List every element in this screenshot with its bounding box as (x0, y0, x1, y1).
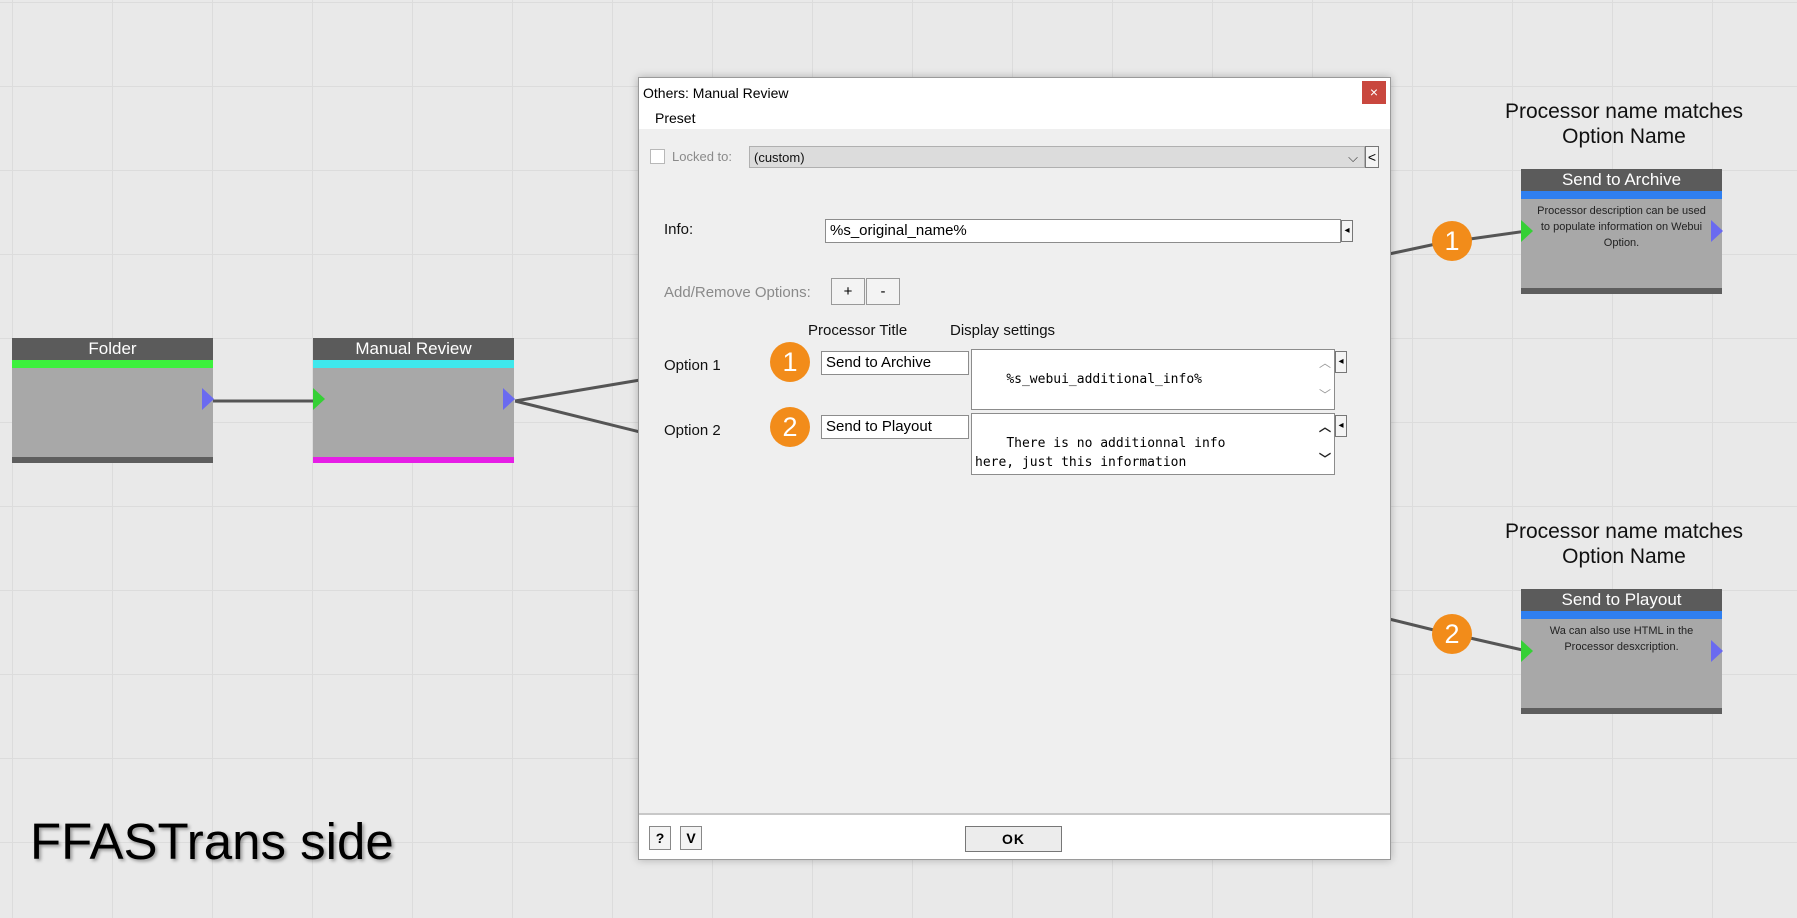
node-color-bar (12, 360, 213, 368)
scroll-up-icon[interactable]: ︿ (1319, 418, 1331, 437)
caption-playout: Processor name matches Option Name (1479, 519, 1769, 569)
output-port-icon[interactable] (1711, 640, 1723, 662)
node-color-bar (1521, 191, 1722, 199)
input-port-icon[interactable] (1521, 220, 1533, 242)
node-title: Send to Archive (1521, 169, 1722, 191)
caption-line: Processor name matches (1504, 520, 1744, 543)
dialog-footer: ? V OK (639, 813, 1390, 859)
chevron-down-icon[interactable]: ⌵ (1348, 147, 1358, 169)
wire-review-to-option1 (514, 378, 641, 403)
option-2-display-textarea[interactable]: There is no additionnal info here, just … (971, 413, 1335, 475)
side-label: FFASTrans side (30, 813, 394, 870)
option-1-badge: 1 (770, 342, 810, 382)
output-port-icon[interactable] (202, 388, 214, 410)
option-2-badge: 2 (770, 407, 810, 447)
input-port-icon[interactable] (1521, 640, 1533, 662)
menu-bar: Preset (639, 108, 1390, 129)
manual-review-node[interactable]: Manual Review (313, 338, 515, 463)
menu-preset[interactable]: Preset (655, 110, 695, 126)
node-color-bar (1521, 611, 1722, 619)
dialog-title: Others: Manual Review (643, 85, 789, 101)
locked-checkbox[interactable] (650, 149, 665, 164)
caption-archive: Processor name matches Option Name (1479, 99, 1769, 149)
option-2-scrollbar[interactable]: ︿ ﹀ (1316, 414, 1334, 474)
node-footer (12, 457, 213, 463)
ok-button[interactable]: OK (965, 826, 1062, 852)
node-description: Processor description can be used to pop… (1537, 205, 1706, 249)
info-label: Info: (664, 221, 694, 238)
send-to-archive-node[interactable]: Send to Archive Processor description ca… (1521, 169, 1723, 294)
caption-line: Option Name (1562, 125, 1686, 148)
node-footer (313, 457, 514, 463)
wire-to-archive-right (1469, 229, 1528, 241)
help-button[interactable]: ? (649, 826, 671, 850)
output-port-icon[interactable] (1711, 220, 1723, 242)
node-footer (1521, 708, 1722, 714)
col-display-settings: Display settings (950, 322, 1056, 339)
option-1-label: Option 1 (664, 357, 721, 374)
badge-2: 2 (1432, 614, 1472, 654)
scroll-down-icon[interactable]: ﹀ (1319, 386, 1331, 405)
locked-to-label: Locked to: (672, 149, 732, 164)
option-1-insert-button[interactable]: ◂ (1335, 351, 1347, 373)
node-title: Folder (12, 338, 213, 360)
option-2-display-text: There is no additionnal info here, just … (975, 436, 1226, 470)
folder-node[interactable]: Folder (12, 338, 214, 463)
badge-1: 1 (1432, 221, 1472, 261)
node-description: Wa can also use HTML in the Processor de… (1549, 625, 1694, 653)
option-2-title-input[interactable]: Send to Playout (821, 415, 969, 439)
option-2-label: Option 2 (664, 422, 721, 439)
scroll-down-icon[interactable]: ﹀ (1319, 450, 1331, 469)
combo-value: (custom) (754, 150, 805, 165)
option-1-title-input[interactable]: Send to Archive (821, 351, 969, 375)
add-remove-label: Add/Remove Options: (664, 284, 811, 301)
node-color-bar (313, 360, 514, 368)
caption-line: Processor name matches (1504, 100, 1744, 123)
info-input[interactable]: %s_original_name% (825, 219, 1341, 243)
send-to-playout-node[interactable]: Send to Playout Wa can also use HTML in … (1521, 589, 1723, 714)
col-processor-title: Processor Title (808, 322, 908, 339)
node-title: Manual Review (313, 338, 514, 360)
lock-row: Locked to: (custom) ⌵ < (639, 142, 1390, 170)
v-button[interactable]: V (680, 826, 702, 850)
node-footer (1521, 288, 1722, 294)
option-1-display-textarea[interactable]: %s_webui_additional_info% ︿ ﹀ (971, 349, 1335, 410)
output-port-icon[interactable] (503, 388, 515, 410)
wire-to-playout-right (1469, 636, 1528, 653)
option-2-insert-button[interactable]: ◂ (1335, 415, 1347, 437)
option-1-scrollbar[interactable]: ︿ ﹀ (1316, 350, 1334, 409)
node-title: Send to Playout (1521, 589, 1722, 611)
input-port-icon[interactable] (313, 388, 325, 410)
info-insert-button[interactable]: ◂ (1341, 220, 1353, 242)
caption-line: Option Name (1562, 545, 1686, 568)
close-icon[interactable]: × (1362, 81, 1386, 104)
manual-review-dialog: Others: Manual Review × Preset Locked to… (638, 77, 1391, 860)
scroll-up-icon[interactable]: ︿ (1319, 354, 1331, 373)
dialog-titlebar: Others: Manual Review × (639, 78, 1390, 108)
option-1-display-text: %s_webui_additional_info% (1006, 372, 1202, 387)
collapse-button[interactable]: < (1365, 146, 1379, 168)
wire-review-to-option2 (514, 399, 641, 434)
remove-option-button[interactable]: - (866, 278, 900, 305)
add-option-button[interactable]: + (831, 278, 865, 305)
preset-combo[interactable]: (custom) ⌵ (749, 146, 1365, 168)
